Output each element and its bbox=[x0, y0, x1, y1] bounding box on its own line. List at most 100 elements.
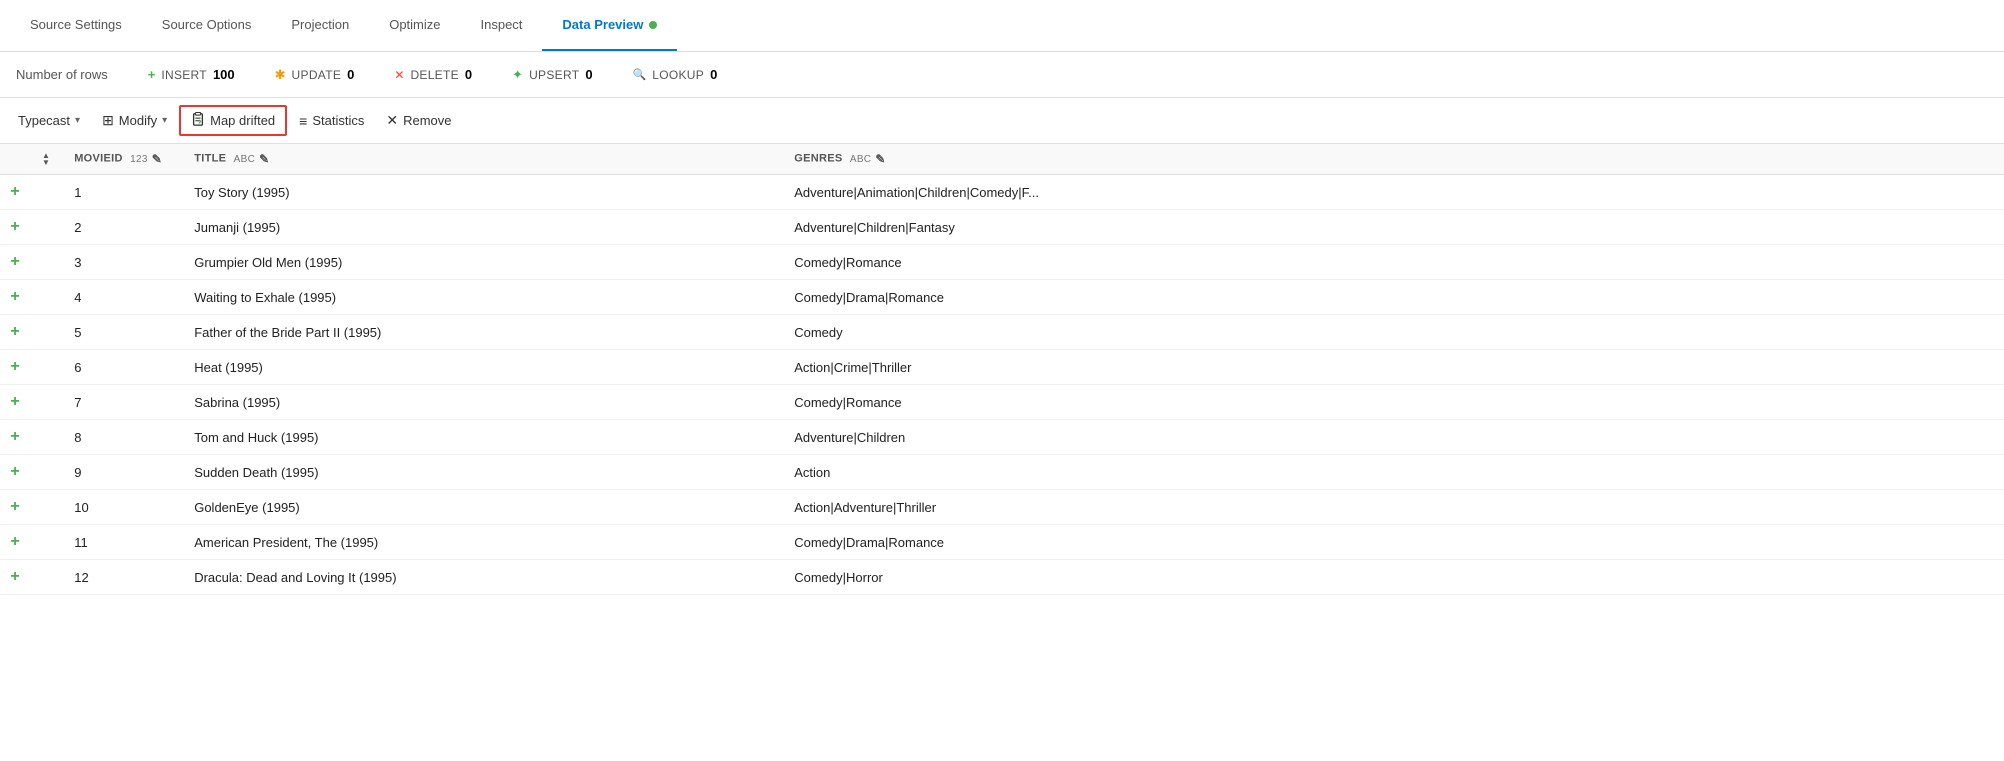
cell-title: Toy Story (1995) bbox=[182, 175, 782, 210]
col-title-label: TITLE bbox=[194, 153, 226, 165]
map-drifted-icon bbox=[191, 112, 205, 129]
col-genres-label: GENRES bbox=[794, 153, 842, 165]
row-sort-handle bbox=[30, 385, 62, 420]
cell-title: Sabrina (1995) bbox=[182, 385, 782, 420]
cell-genres: Adventure|Animation|Children|Comedy|F... bbox=[782, 175, 2004, 210]
row-add-icon[interactable]: + bbox=[0, 455, 30, 490]
stat-value-update: 0 bbox=[347, 67, 354, 82]
cell-movieid: 9 bbox=[62, 455, 182, 490]
cell-genres: Action|Adventure|Thriller bbox=[782, 490, 2004, 525]
sort-icon[interactable]: ▲ ▼ bbox=[42, 152, 50, 166]
stats-bar: Number of rows+INSERT100✱UPDATE0✕DELETE0… bbox=[0, 52, 2004, 98]
lookup-icon: 🔍 bbox=[633, 68, 647, 81]
cell-genres: Comedy bbox=[782, 315, 2004, 350]
stat-lookup: 🔍LOOKUP0 bbox=[633, 67, 718, 82]
map-drifted-button-label: Map drifted bbox=[210, 113, 275, 128]
nav-tab-source-settings[interactable]: Source Settings bbox=[10, 0, 142, 51]
cell-genres: Comedy|Drama|Romance bbox=[782, 525, 2004, 560]
modify-button-chevron: ▾ bbox=[162, 115, 167, 126]
statistics-icon: ≡ bbox=[299, 113, 307, 129]
stat-value-insert: 100 bbox=[213, 67, 235, 82]
row-sort-handle bbox=[30, 245, 62, 280]
table-row: +4Waiting to Exhale (1995)Comedy|Drama|R… bbox=[0, 280, 2004, 315]
row-sort-handle bbox=[30, 455, 62, 490]
stat-update: ✱UPDATE0 bbox=[275, 67, 355, 83]
data-table: ▲ ▼ MOVIEID 123 ✎ TITLE abc ✎ GENRES abc… bbox=[0, 144, 2004, 595]
row-add-icon[interactable]: + bbox=[0, 350, 30, 385]
col-header-title: TITLE abc ✎ bbox=[182, 144, 782, 175]
cell-title: GoldenEye (1995) bbox=[182, 490, 782, 525]
table-row: +3Grumpier Old Men (1995)Comedy|Romance bbox=[0, 245, 2004, 280]
row-add-icon[interactable]: + bbox=[0, 280, 30, 315]
cell-title: Dracula: Dead and Loving It (1995) bbox=[182, 560, 782, 595]
cell-genres: Adventure|Children bbox=[782, 420, 2004, 455]
typecast-button-chevron: ▾ bbox=[75, 115, 80, 126]
row-add-icon[interactable]: + bbox=[0, 210, 30, 245]
cell-movieid: 3 bbox=[62, 245, 182, 280]
cell-genres: Comedy|Drama|Romance bbox=[782, 280, 2004, 315]
cell-movieid: 6 bbox=[62, 350, 182, 385]
row-add-icon[interactable]: + bbox=[0, 525, 30, 560]
col-header-genres: GENRES abc ✎ bbox=[782, 144, 2004, 175]
row-add-icon[interactable]: + bbox=[0, 245, 30, 280]
nav-tab-data-preview[interactable]: Data Preview bbox=[542, 0, 677, 51]
col-movieid-label: MOVIEID bbox=[74, 153, 123, 165]
stat-value-upsert: 0 bbox=[585, 67, 592, 82]
modify-icon: ⊞ bbox=[102, 112, 114, 129]
remove-button[interactable]: ✕Remove bbox=[376, 107, 461, 134]
stat-name-upsert: UPSERT bbox=[529, 68, 579, 82]
movieid-edit-icon[interactable]: ✎ bbox=[152, 152, 162, 166]
stat-name-insert: INSERT bbox=[161, 68, 207, 82]
table-row: +1Toy Story (1995)Adventure|Animation|Ch… bbox=[0, 175, 2004, 210]
row-add-icon[interactable]: + bbox=[0, 315, 30, 350]
nav-tab-inspect[interactable]: Inspect bbox=[461, 0, 543, 51]
nav-tab-source-options[interactable]: Source Options bbox=[142, 0, 272, 51]
cell-title: Grumpier Old Men (1995) bbox=[182, 245, 782, 280]
statistics-button-label: Statistics bbox=[312, 113, 364, 128]
title-edit-icon[interactable]: ✎ bbox=[259, 152, 269, 166]
row-add-icon[interactable]: + bbox=[0, 490, 30, 525]
cell-title: Father of the Bride Part II (1995) bbox=[182, 315, 782, 350]
col-header-movieid: MOVIEID 123 ✎ bbox=[62, 144, 182, 175]
stat-value-lookup: 0 bbox=[710, 67, 717, 82]
cell-genres: Comedy|Romance bbox=[782, 245, 2004, 280]
toolbar: Typecast▾⊞Modify▾ Map drifted≡Statistics… bbox=[0, 98, 2004, 144]
row-add-icon[interactable]: + bbox=[0, 420, 30, 455]
typecast-button-label: Typecast bbox=[18, 113, 70, 128]
movieid-type-badge: 123 bbox=[130, 154, 148, 165]
row-add-icon[interactable]: + bbox=[0, 560, 30, 595]
map-drifted-button[interactable]: Map drifted bbox=[179, 105, 287, 136]
stat-value-delete: 0 bbox=[465, 67, 472, 82]
statistics-button[interactable]: ≡ Statistics bbox=[289, 108, 374, 134]
cell-movieid: 11 bbox=[62, 525, 182, 560]
cell-movieid: 8 bbox=[62, 420, 182, 455]
table-row: +11American President, The (1995)Comedy|… bbox=[0, 525, 2004, 560]
cell-movieid: 7 bbox=[62, 385, 182, 420]
modify-button[interactable]: ⊞Modify▾ bbox=[92, 107, 177, 134]
typecast-button[interactable]: Typecast ▾ bbox=[8, 108, 90, 133]
cell-genres: Adventure|Children|Fantasy bbox=[782, 210, 2004, 245]
col-header-sort: ▲ ▼ bbox=[30, 144, 62, 175]
table-body: +1Toy Story (1995)Adventure|Animation|Ch… bbox=[0, 175, 2004, 595]
row-add-icon[interactable]: + bbox=[0, 175, 30, 210]
cell-title: Waiting to Exhale (1995) bbox=[182, 280, 782, 315]
cell-movieid: 4 bbox=[62, 280, 182, 315]
cell-title: Jumanji (1995) bbox=[182, 210, 782, 245]
row-add-icon[interactable]: + bbox=[0, 385, 30, 420]
delete-icon: ✕ bbox=[394, 68, 404, 82]
cell-title: Tom and Huck (1995) bbox=[182, 420, 782, 455]
data-table-container[interactable]: ▲ ▼ MOVIEID 123 ✎ TITLE abc ✎ GENRES abc… bbox=[0, 144, 2004, 761]
row-sort-handle bbox=[30, 210, 62, 245]
genres-edit-icon[interactable]: ✎ bbox=[875, 152, 885, 166]
cell-movieid: 10 bbox=[62, 490, 182, 525]
col-header-add bbox=[0, 144, 30, 175]
row-sort-handle bbox=[30, 350, 62, 385]
nav-tab-optimize[interactable]: Optimize bbox=[369, 0, 460, 51]
table-row: +6Heat (1995)Action|Crime|Thriller bbox=[0, 350, 2004, 385]
cell-genres: Comedy|Horror bbox=[782, 560, 2004, 595]
table-row: +5Father of the Bride Part II (1995)Come… bbox=[0, 315, 2004, 350]
cell-movieid: 1 bbox=[62, 175, 182, 210]
cell-title: Sudden Death (1995) bbox=[182, 455, 782, 490]
cell-genres: Action bbox=[782, 455, 2004, 490]
nav-tab-projection[interactable]: Projection bbox=[271, 0, 369, 51]
